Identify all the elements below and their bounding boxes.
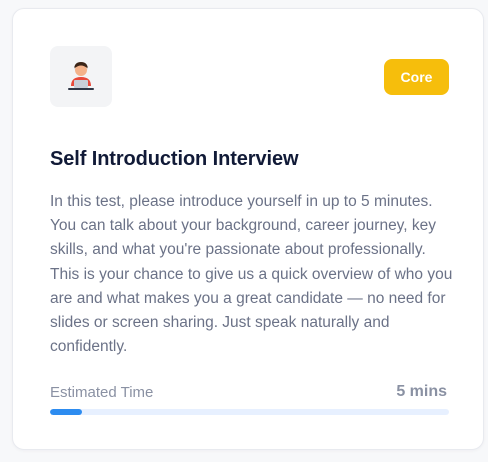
person-at-laptop-icon	[68, 61, 94, 90]
core-badge: Core	[384, 59, 449, 95]
progress-fill	[50, 409, 82, 415]
estimated-time-value: 5 mins	[396, 383, 447, 400]
interview-card[interactable]: Core Self Introduction Interview In this…	[12, 8, 484, 450]
card-description: In this test, please introduce yourself …	[50, 193, 453, 356]
estimated-time-label: Estimated Time	[50, 384, 154, 401]
card-title: Self Introduction Interview	[50, 148, 299, 170]
interview-icon-box	[50, 46, 112, 107]
progress-track	[50, 409, 449, 415]
